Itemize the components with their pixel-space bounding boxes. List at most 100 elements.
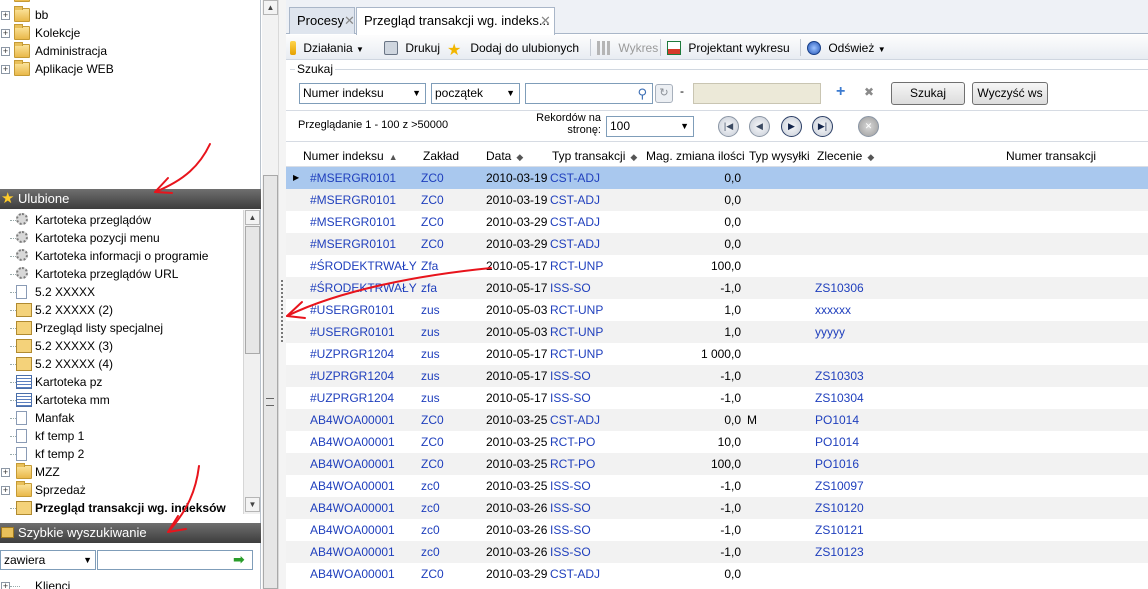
favorite-item[interactable]: Przegląd transakcji wg. indeksów: [0, 499, 242, 517]
cell-zaklad[interactable]: ZC0: [421, 453, 444, 475]
table-row[interactable]: #UZPRGR1204 zus 2010-05-17 ISS-SO -1,0 ZS1030…: [286, 387, 1148, 409]
column-header-mag-zmiana-ilosci[interactable]: Mag. zmiana ilości: [646, 145, 745, 167]
cell-numer-indeksu[interactable]: AB4WOA00001: [310, 453, 395, 475]
tree-item[interactable]: + Kolekcje: [0, 24, 244, 42]
quick-search-mode-select[interactable]: zawiera ▼: [0, 550, 96, 570]
remove-condition-icon[interactable]: ✖: [864, 85, 874, 99]
cell-numer-indeksu[interactable]: AB4WOA00001: [310, 409, 395, 431]
favorite-item[interactable]: 5.2 XXXXX (3): [0, 337, 242, 355]
close-icon[interactable]: ✕: [540, 8, 551, 34]
favorite-item[interactable]: Manfak: [0, 409, 242, 427]
cell-zaklad[interactable]: zus: [421, 321, 440, 343]
cell-zlecenie[interactable]: ZS10303: [815, 365, 864, 387]
cell-zlecenie[interactable]: ZS10120: [815, 497, 864, 519]
refresh-button[interactable]: Odśwież ▼: [807, 38, 886, 58]
favorite-item[interactable]: Kartoteka pz: [0, 373, 242, 391]
cell-zlecenie[interactable]: xxxxxx: [815, 299, 851, 321]
favorite-item[interactable]: Kartoteka przeglądów: [0, 211, 242, 229]
cell-zaklad[interactable]: ZC0: [421, 409, 444, 431]
column-header-numer-transakcji[interactable]: Numer transakcji: [1006, 145, 1096, 167]
favorite-item[interactable]: 5.2 XXXXX (4): [0, 355, 242, 373]
favorite-item[interactable]: Kartoteka mm: [0, 391, 242, 409]
cell-typ-transakcji[interactable]: RCT-UNP: [550, 343, 603, 365]
table-row[interactable]: AB4WOA00001 zc0 2010-03-26 ISS-SO -1,0 ZS1012…: [286, 519, 1148, 541]
table-row[interactable]: AB4WOA00001 ZC0 2010-03-29 CST-ADJ 0,0: [286, 563, 1148, 585]
cell-zaklad[interactable]: zus: [421, 365, 440, 387]
search-field-select[interactable]: Numer indeksu ▼: [299, 83, 426, 104]
favorite-item[interactable]: Kartoteka pozycji menu: [0, 229, 242, 247]
search-input[interactable]: ⚲: [525, 83, 653, 104]
cell-numer-indeksu[interactable]: #MSERGR0101: [310, 167, 396, 189]
favorite-item[interactable]: Kartoteka przeglądów URL: [0, 265, 242, 283]
column-header-typ-wysylki[interactable]: Typ wysyłki: [749, 145, 810, 167]
cell-typ-transakcji[interactable]: RCT-UNP: [550, 321, 603, 343]
table-row[interactable]: ▶ #MSERGR0101 ZC0 2010-03-19 CST-ADJ 0,0: [286, 167, 1148, 189]
add-to-favorites-button[interactable]: ★ Dodaj do ulubionych: [447, 38, 579, 59]
cell-numer-indeksu[interactable]: #USERGR0101: [310, 299, 395, 321]
expand-icon[interactable]: +: [1, 29, 10, 38]
favorite-item[interactable]: 5.2 XXXXX (2): [0, 301, 242, 319]
cell-numer-indeksu[interactable]: AB4WOA00001: [310, 563, 395, 585]
search-range-input[interactable]: [693, 83, 821, 104]
reset-search-icon[interactable]: ↻: [655, 84, 673, 103]
expand-icon[interactable]: +: [1, 47, 10, 56]
next-page-button[interactable]: ▶: [781, 116, 802, 137]
column-header-numer-indeksu[interactable]: Numer indeksu ▲: [303, 145, 398, 167]
cell-zlecenie[interactable]: ZS10123: [815, 541, 864, 563]
cell-typ-transakcji[interactable]: RCT-UNP: [550, 299, 603, 321]
cell-zaklad[interactable]: zus: [421, 387, 440, 409]
cell-numer-indeksu[interactable]: #UZPRGR1204: [310, 365, 394, 387]
favorite-item[interactable]: Przegląd listy specjalnej: [0, 319, 242, 337]
favorites-scrollbar[interactable]: ▲ ▼: [243, 210, 260, 514]
cell-zlecenie[interactable]: PO1016: [815, 453, 859, 475]
table-row[interactable]: #MSERGR0101 ZC0 2010-03-29 CST-ADJ 0,0: [286, 211, 1148, 233]
favorite-item[interactable]: Kartoteka informacji o programie: [0, 247, 242, 265]
cell-zlecenie[interactable]: PO1014: [815, 431, 859, 453]
cell-numer-indeksu[interactable]: #ŚRODEKTRWAŁY: [310, 255, 417, 277]
expand-icon[interactable]: +: [1, 486, 10, 495]
favorite-item[interactable]: kf temp 1: [0, 427, 242, 445]
scroll-down-button[interactable]: ▼: [245, 497, 260, 512]
cell-zaklad[interactable]: zus: [421, 299, 440, 321]
scroll-up-button[interactable]: ▲: [245, 210, 260, 225]
cell-typ-transakcji[interactable]: ISS-SO: [550, 497, 591, 519]
clear-all-button[interactable]: Wyczyść ws: [972, 82, 1048, 105]
cell-numer-indeksu[interactable]: AB4WOA00001: [310, 475, 395, 497]
cell-zlecenie[interactable]: ZS10121: [815, 519, 864, 541]
cell-zlecenie[interactable]: ZS10306: [815, 277, 864, 299]
scroll-up-button[interactable]: ▲: [263, 0, 278, 15]
cell-typ-transakcji[interactable]: CST-ADJ: [550, 409, 600, 431]
cell-numer-indeksu[interactable]: #UZPRGR1204: [310, 343, 394, 365]
cell-typ-transakcji[interactable]: CST-ADJ: [550, 189, 600, 211]
favorites-header[interactable]: ★ Ulubione: [0, 189, 261, 209]
table-row[interactable]: AB4WOA00001 zc0 2010-03-26 ISS-SO -1,0 ZS1012…: [286, 541, 1148, 563]
tree-item[interactable]: + Administracja: [0, 42, 244, 60]
cell-zaklad[interactable]: zc0: [421, 475, 440, 497]
search-button[interactable]: Szukaj: [891, 82, 965, 105]
column-header-typ-transakcji[interactable]: Typ transakcji ◆: [552, 145, 637, 167]
cancel-icon[interactable]: ✕: [858, 116, 879, 137]
first-page-button[interactable]: |◀: [718, 116, 739, 137]
cell-zaklad[interactable]: Zfa: [421, 255, 438, 277]
cell-numer-indeksu[interactable]: #USERGR0101: [310, 321, 395, 343]
chart-designer-button[interactable]: Projektant wykresu: [667, 38, 790, 58]
splitter-grip[interactable]: [281, 280, 284, 342]
cell-zaklad[interactable]: ZC0: [421, 167, 444, 189]
pane-splitter[interactable]: ▲: [262, 0, 286, 589]
cell-zaklad[interactable]: ZC0: [421, 431, 444, 453]
cell-typ-transakcji[interactable]: CST-ADJ: [550, 167, 600, 189]
cell-numer-indeksu[interactable]: #MSERGR0101: [310, 189, 396, 211]
add-condition-icon[interactable]: +: [836, 83, 845, 101]
favorite-item[interactable]: + Sprzedaż: [0, 481, 242, 499]
table-row[interactable]: #MSERGR0101 ZC0 2010-03-29 CST-ADJ 0,0: [286, 233, 1148, 255]
cell-zaklad[interactable]: ZC0: [421, 211, 444, 233]
tab-procesy[interactable]: Procesy ✕: [289, 7, 355, 34]
table-row[interactable]: #ŚRODEKTRWAŁY zfa 2010-05-17 ISS-SO -1,0 ZS10…: [286, 277, 1148, 299]
search-icon[interactable]: ⚲: [637, 84, 647, 103]
column-header-zlecenie[interactable]: Zlecenie ◆: [817, 145, 874, 167]
table-row[interactable]: #ŚRODEKTRWAŁY Zfa 2010-05-17 RCT-UNP 100,0: [286, 255, 1148, 277]
cell-typ-transakcji[interactable]: RCT-PO: [550, 431, 595, 453]
cell-typ-transakcji[interactable]: CST-ADJ: [550, 211, 600, 233]
tree-item[interactable]: + bb: [0, 6, 244, 24]
cell-numer-indeksu[interactable]: #MSERGR0101: [310, 233, 396, 255]
